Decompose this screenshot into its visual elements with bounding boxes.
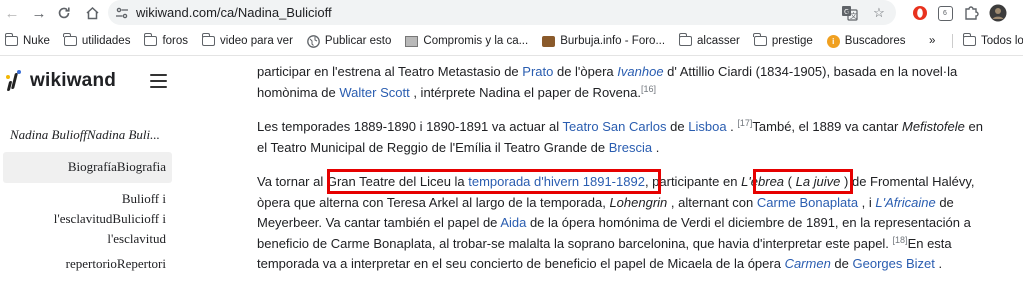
link-aida[interactable]: Aida xyxy=(500,215,526,230)
bookmark-folder-alcasser[interactable]: alcasser xyxy=(672,29,747,53)
folder-icon xyxy=(201,33,216,46)
puzzle-extensions-icon[interactable] xyxy=(961,3,981,23)
bookmark-label: Nuke xyxy=(23,35,50,47)
folder-icon xyxy=(4,33,18,46)
toc-item-biografia[interactable]: BiografíaBiografia xyxy=(68,157,166,177)
forward-icon[interactable]: → xyxy=(27,1,51,25)
bookmark-label: Buscadores xyxy=(844,35,906,47)
bookmark-label: video para ver xyxy=(220,35,293,47)
link-carmen[interactable]: Carmen xyxy=(785,256,831,271)
profile-icon[interactable] xyxy=(988,3,1008,23)
text-line: òpera que alterna con Teresa Arkel al la… xyxy=(257,194,954,210)
highlight-box-liceu xyxy=(327,169,661,194)
link-brescia[interactable]: Brescia xyxy=(609,140,652,155)
text-line: homònima de Walter Scott , intérprete Na… xyxy=(257,83,656,100)
folder-icon xyxy=(962,33,976,46)
paragraph-2: Les temporades 1889-1890 i 1890-1891 va … xyxy=(257,117,997,158)
toc-title[interactable]: Nadina BulioffNadina Buli... xyxy=(10,127,160,143)
text-line: el Teatro Municipal de Reggio de l'Emíli… xyxy=(257,139,660,155)
bookmark-publicar[interactable]: Publicar esto xyxy=(300,29,398,53)
link-carme-bonaplata[interactable]: Carme Bonaplata xyxy=(757,195,858,210)
link-prato[interactable]: Prato xyxy=(522,64,553,79)
link-ivanhoe[interactable]: Ivanhoe xyxy=(617,64,663,79)
toc-item-repertori[interactable]: repertorioRepertori xyxy=(66,254,166,274)
wikiwand-logo-icon xyxy=(6,70,22,92)
svg-text:G: G xyxy=(844,8,849,16)
bookmark-folder-foros[interactable]: foros xyxy=(137,29,195,53)
citation-16[interactable]: [16] xyxy=(641,84,656,94)
wikiwand-wordmark: wikiwand xyxy=(30,70,117,91)
bookmarks-bar: Nuke utilidades foros video para ver Pub… xyxy=(0,28,1023,54)
bookmark-label: utilidades xyxy=(81,35,131,47)
text-line: temporada va a interpretar en el seu con… xyxy=(257,256,943,271)
text-line: Meyerbeer. Va cantar también el papel de… xyxy=(257,215,971,230)
text-line: participar en l'estrena al Teatro Metast… xyxy=(257,64,958,79)
bookmark-folder-video[interactable]: video para ver xyxy=(195,29,300,53)
text-line: beneficio de Carme Bonaplata, al trobar-… xyxy=(257,234,952,251)
link-lisboa[interactable]: Lisboa xyxy=(688,119,726,134)
all-bookmarks-button[interactable]: Todos los xyxy=(956,29,1023,53)
extension-icon[interactable]: 6 xyxy=(935,3,955,23)
burbuja-icon xyxy=(542,35,556,47)
newspaper-icon xyxy=(405,35,419,47)
bookmark-folder-prestige[interactable]: prestige xyxy=(747,29,820,53)
link-lafricaine[interactable]: L'Africaine xyxy=(875,195,935,210)
menu-icon[interactable] xyxy=(150,74,167,88)
wikiwand-sidebar: wikiwand Nadina BulioffNadina Buli... Bi… xyxy=(0,56,180,288)
wikiwand-logo[interactable]: wikiwand xyxy=(6,70,116,92)
back-icon[interactable]: ← xyxy=(0,1,24,25)
info-icon: i xyxy=(826,34,840,48)
bookmark-label: prestige xyxy=(771,35,813,47)
toc-item-line: l'esclavitudBulicioff i xyxy=(53,211,166,226)
citation-18[interactable]: [18] xyxy=(893,235,908,245)
browser-toolbar: ← → wikiwand.com/ca/Nadina_Bulicioff G文 … xyxy=(0,0,1023,26)
chevrons-icon: » xyxy=(929,35,936,47)
folder-icon xyxy=(63,33,77,46)
citation-17[interactable]: [17] xyxy=(737,118,752,128)
site-info-icon[interactable] xyxy=(108,7,136,19)
bookmark-label: Compromis y la ca... xyxy=(423,35,529,47)
globe-icon xyxy=(307,34,320,48)
toc-item-line: Bulioff i xyxy=(121,191,166,206)
bookmark-label: Publicar esto xyxy=(324,35,392,47)
extension-badge: 6 xyxy=(937,5,953,21)
folder-icon xyxy=(753,33,767,46)
opera-extension-icon[interactable] xyxy=(910,3,930,23)
folder-icon xyxy=(678,33,693,46)
home-icon[interactable] xyxy=(80,1,104,25)
bookmark-label: Todos los xyxy=(981,35,1023,47)
folder-icon xyxy=(144,33,158,46)
highlight-box-lebrea xyxy=(753,169,853,194)
bookmark-label: Burbuja.info - Foro... xyxy=(560,35,666,47)
toc-item-line: l'esclavitud xyxy=(107,231,166,246)
bookmark-folder-nuke[interactable]: Nuke xyxy=(0,29,57,53)
bookmark-label: foros xyxy=(162,35,189,47)
bookmark-buscadores[interactable]: i Buscadores xyxy=(820,29,913,53)
link-walter-scott[interactable]: Walter Scott xyxy=(339,85,409,100)
address-bar[interactable]: wikiwand.com/ca/Nadina_Bulicioff G文 ☆ xyxy=(108,0,896,25)
toc-item-esclavitud[interactable]: Bulioff i l'esclavitudBulicioff i l'escl… xyxy=(54,189,166,249)
bookmark-folder-utilidades[interactable]: utilidades xyxy=(57,29,138,53)
bookmark-star-icon[interactable]: ☆ xyxy=(870,4,888,22)
url-text[interactable]: wikiwand.com/ca/Nadina_Bulicioff xyxy=(136,5,332,20)
link-georges-bizet[interactable]: Georges Bizet xyxy=(853,256,935,271)
bookmark-label: alcasser xyxy=(697,35,740,47)
reload-icon[interactable] xyxy=(52,1,76,25)
translate-icon[interactable]: G文 xyxy=(840,4,858,22)
bookmark-burbuja[interactable]: Burbuja.info - Foro... xyxy=(535,29,672,53)
svg-text:文: 文 xyxy=(850,11,857,20)
paragraph-1: participar en l'estrena al Teatro Metast… xyxy=(257,62,997,103)
text-line: Les temporades 1889-1890 i 1890-1891 va … xyxy=(257,118,983,135)
bookmark-compromis[interactable]: Compromis y la ca... xyxy=(398,29,535,53)
link-teatro-san-carlos[interactable]: Teatro San Carlos xyxy=(562,119,666,134)
bookmarks-divider xyxy=(952,34,953,48)
bookmarks-overflow-button[interactable]: » xyxy=(922,29,942,53)
